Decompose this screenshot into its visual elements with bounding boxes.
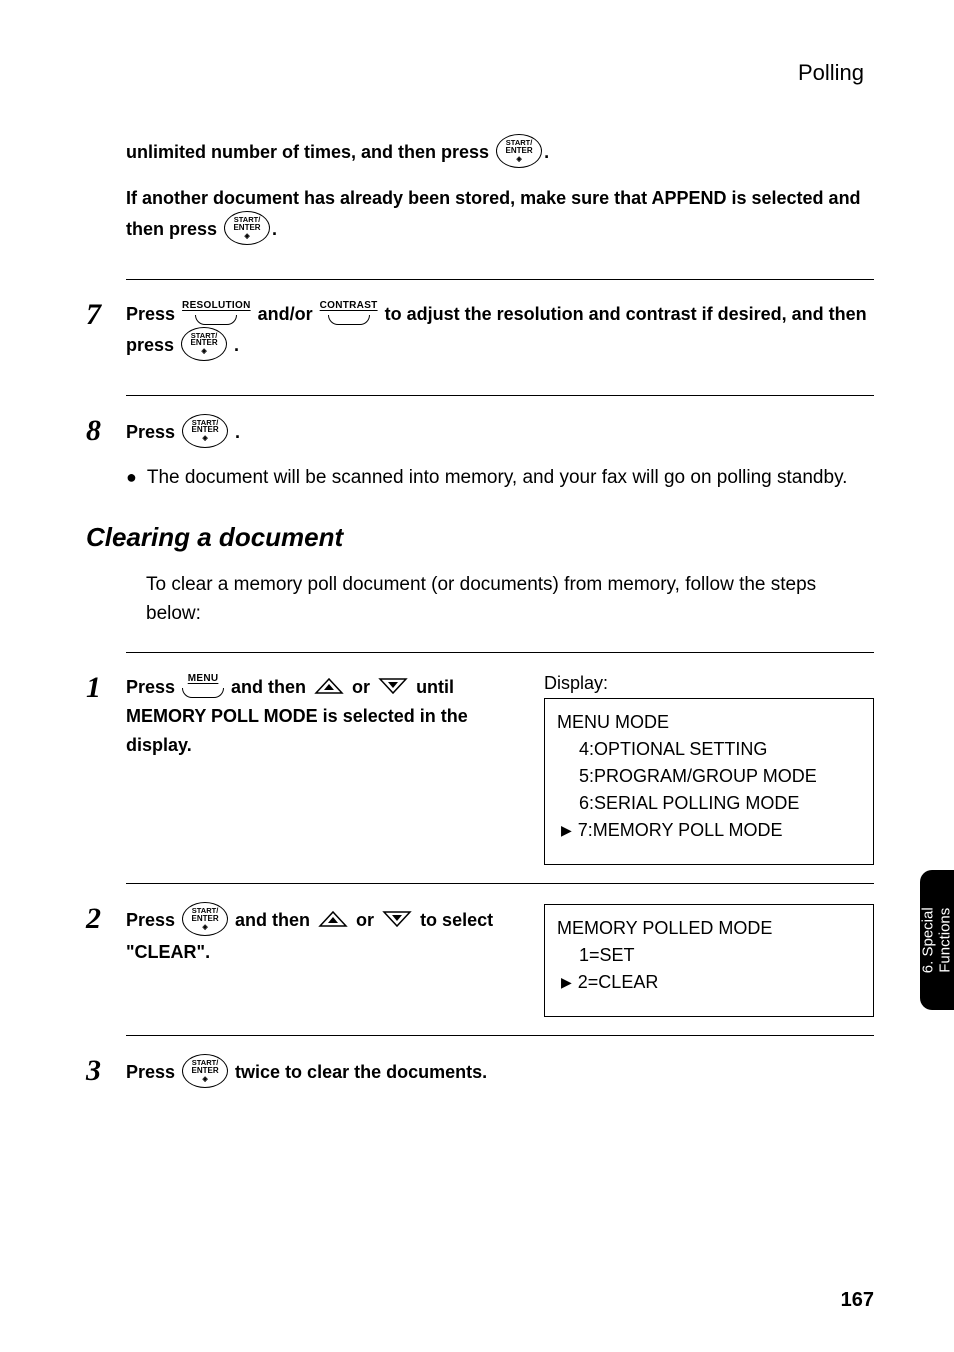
lcd-line: 5:PROGRAM/GROUP MODE bbox=[557, 763, 861, 790]
c1-a: Press bbox=[126, 677, 180, 697]
up-arrow-button-icon bbox=[317, 909, 349, 929]
clearing-step-number-2: 2 bbox=[86, 904, 112, 967]
step8-b: . bbox=[230, 421, 240, 441]
step6-text-a: unlimited number of times, and then pres… bbox=[126, 142, 494, 162]
start-enter-button-icon: START/ENTER◈ bbox=[496, 134, 542, 168]
pointer-icon: ▶ bbox=[561, 820, 572, 841]
step7-b: and/or bbox=[253, 304, 318, 324]
page-header-section: Polling bbox=[80, 60, 874, 86]
step7-a: Press bbox=[126, 304, 180, 324]
start-enter-button-icon: START/ENTER◈ bbox=[182, 414, 228, 448]
separator bbox=[126, 1035, 874, 1036]
c3-b: twice to clear the documents. bbox=[230, 1062, 487, 1082]
step-number-8: 8 bbox=[86, 416, 112, 493]
separator bbox=[126, 883, 874, 884]
lcd-line: MEMORY POLLED MODE bbox=[557, 915, 861, 942]
step-number-7: 7 bbox=[86, 300, 112, 377]
c1-b: and then bbox=[226, 677, 311, 697]
chapter-side-tab: 6. Special Functions bbox=[920, 870, 954, 1010]
separator bbox=[126, 279, 874, 280]
side-tab-line1: 6. Special bbox=[920, 907, 937, 973]
display-label: Display: bbox=[544, 673, 874, 694]
start-enter-button-icon: START/ENTER◈ bbox=[182, 1054, 228, 1088]
start-enter-button-icon: START/ENTER◈ bbox=[182, 902, 228, 936]
clearing-intro: To clear a memory poll document (or docu… bbox=[146, 571, 874, 628]
step7-d: . bbox=[229, 334, 239, 354]
resolution-button-icon: RESOLUTION bbox=[182, 298, 251, 325]
step8-bullet: The document will be scanned into memory… bbox=[147, 464, 848, 493]
c1-c: or bbox=[347, 677, 375, 697]
c3-a: Press bbox=[126, 1062, 180, 1082]
c2-c: or bbox=[351, 910, 379, 930]
lcd-line: 2=CLEAR bbox=[578, 969, 659, 996]
step8-a: Press bbox=[126, 421, 180, 441]
step6-text-b: . bbox=[544, 142, 549, 162]
lcd-line: 7:MEMORY POLL MODE bbox=[578, 817, 783, 844]
step6-text-d: . bbox=[272, 219, 277, 239]
lcd-display-1: MENU MODE 4:OPTIONAL SETTING 5:PROGRAM/G… bbox=[544, 698, 874, 865]
c2-a: Press bbox=[126, 910, 180, 930]
separator bbox=[126, 652, 874, 653]
lcd-line: 1=SET bbox=[557, 942, 861, 969]
down-arrow-button-icon bbox=[377, 676, 409, 696]
down-arrow-button-icon bbox=[381, 909, 413, 929]
pointer-icon: ▶ bbox=[561, 972, 572, 993]
page-number: 167 bbox=[841, 1289, 874, 1312]
menu-button-icon: MENU bbox=[182, 671, 224, 698]
c2-b: and then bbox=[230, 910, 315, 930]
side-tab-line2: Functions bbox=[937, 907, 954, 973]
lcd-line: 6:SERIAL POLLING MODE bbox=[557, 790, 861, 817]
up-arrow-button-icon bbox=[313, 676, 345, 696]
lcd-line: MENU MODE bbox=[557, 709, 861, 736]
start-enter-button-icon: START/ENTER◈ bbox=[181, 327, 227, 361]
clearing-step-number-3: 3 bbox=[86, 1056, 112, 1090]
separator bbox=[126, 395, 874, 396]
lcd-line: 4:OPTIONAL SETTING bbox=[557, 736, 861, 763]
clearing-step-number-1: 1 bbox=[86, 673, 112, 759]
contrast-button-icon: CONTRAST bbox=[320, 298, 378, 325]
start-enter-button-icon: START/ENTER◈ bbox=[224, 211, 270, 245]
lcd-display-2: MEMORY POLLED MODE 1=SET ▶ 2=CLEAR bbox=[544, 904, 874, 1017]
clearing-heading: Clearing a document bbox=[86, 522, 874, 553]
bullet-icon: ● bbox=[126, 464, 137, 493]
